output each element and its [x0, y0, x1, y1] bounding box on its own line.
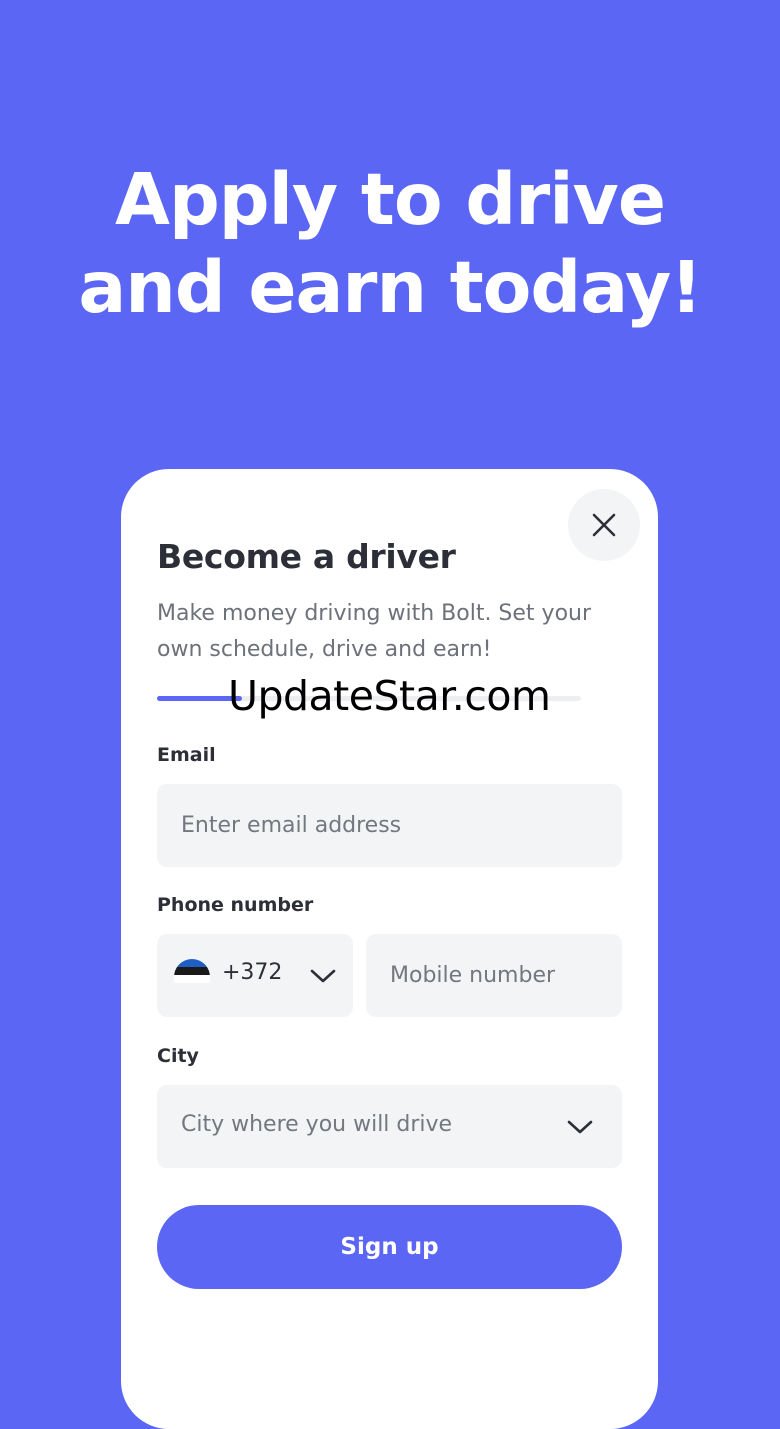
city-label: City — [157, 1045, 199, 1067]
city-select[interactable]: City where you will drive — [157, 1085, 622, 1168]
estonia-flag-icon — [174, 959, 210, 983]
form-title: Become a driver — [157, 537, 456, 576]
form-subtitle: Make money driving with Bolt. Set your o… — [157, 601, 592, 662]
headline-line-2: and earn today! — [78, 246, 702, 329]
headline-line-1: Apply to drive — [115, 158, 666, 241]
watermark: UpdateStar.com — [228, 672, 551, 720]
country-code-value: +372 — [222, 960, 283, 985]
mobile-number-field[interactable] — [366, 934, 622, 1017]
phone-label: Phone number — [157, 894, 314, 916]
sign-up-button[interactable]: Sign up — [157, 1205, 622, 1289]
close-button[interactable] — [568, 489, 640, 561]
city-placeholder: City where you will drive — [181, 1112, 453, 1137]
headline: Apply to drive and earn today! — [0, 156, 780, 332]
email-label: Email — [157, 744, 216, 766]
chevron-down-icon — [567, 1120, 593, 1134]
country-code-select[interactable]: +372 — [157, 934, 353, 1017]
close-icon — [592, 513, 616, 537]
email-field[interactable] — [157, 784, 622, 867]
chevron-down-icon — [310, 969, 336, 983]
signup-card: Become a driver Make money driving with … — [121, 469, 658, 1429]
